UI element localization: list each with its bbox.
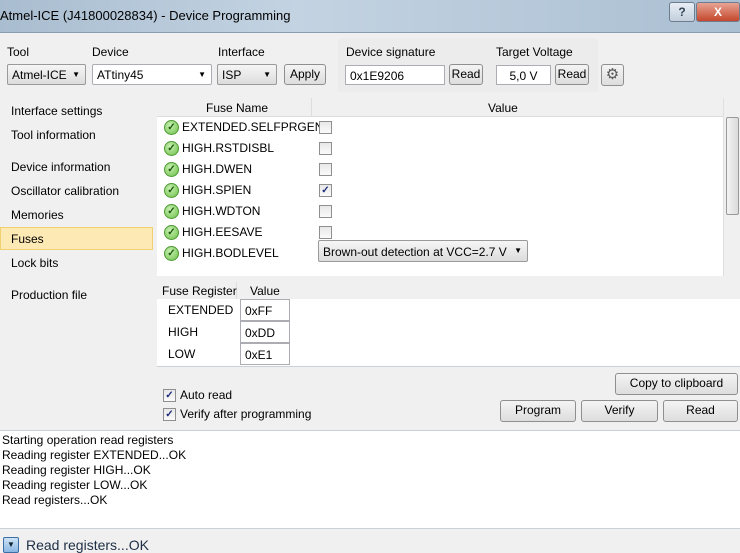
voltage-read-button[interactable]: Read [555,64,589,85]
fuse-checkbox[interactable]: ✓ [319,184,332,197]
log-line: Read registers...OK [2,493,108,507]
fuse-name: HIGH.BODLEVEL [182,246,279,260]
sidebar-item-lock-bits[interactable]: Lock bits [11,256,58,270]
device-select[interactable]: ATtiny45 ▼ [92,64,212,85]
fuse-name: EXTENDED.SELFPRGEN [182,120,324,134]
fuse-name: HIGH.SPIEN [182,183,252,197]
signature-field[interactable]: 0x1E9206 [345,65,445,85]
fuse-name-header: Fuse Name [206,101,269,115]
sidebar-item-interface-settings[interactable]: Interface settings [11,104,102,118]
log-line: Starting operation read registers [2,433,174,447]
ok-status-icon: ✓ [164,120,179,135]
program-button[interactable]: Program [500,400,576,422]
fuse-name: HIGH.WDTON [182,204,261,218]
fuse-checkbox[interactable] [319,142,332,155]
log-line: Reading register LOW...OK [2,478,148,492]
window-title: Atmel-ICE (J41800028834) - Device Progra… [0,8,291,23]
verify-button[interactable]: Verify [581,400,658,422]
register-name: HIGH [168,325,198,339]
voltage-label: Target Voltage [496,45,573,59]
verify-after-programming-checkbox[interactable]: ✓ [163,408,176,421]
signature-read-button[interactable]: Read [449,64,483,85]
sidebar-item-production-file[interactable]: Production file [11,288,87,302]
auto-read-label: Auto read [180,388,233,402]
register-name-header: Fuse Register [162,284,237,298]
ok-status-icon: ✓ [164,141,179,156]
close-button[interactable]: X [696,2,740,22]
header-divider [311,98,312,117]
chevron-down-icon: ▼ [72,70,80,79]
fuse-name: HIGH.RSTDISBL [182,141,275,155]
chevron-down-icon: ▼ [198,70,206,79]
fuse-value-select[interactable]: Brown-out detection at VCC=2.7 V ▼ [318,240,528,262]
read-button[interactable]: Read [663,400,738,422]
register-value-field[interactable]: 0xDD [240,321,290,343]
title-bar: Atmel-ICE (J41800028834) - Device Progra… [0,0,740,33]
voltage-field[interactable]: 5,0 V [496,65,551,85]
fuse-select-value: Brown-out detection at VCC=2.7 V [323,245,507,259]
sidebar-item-tool-information[interactable]: Tool information [11,128,96,142]
ok-status-icon: ✓ [164,225,179,240]
chevron-down-icon: ▼ [514,246,522,255]
tool-label: Tool [7,45,30,59]
signature-label: Device signature [346,45,436,59]
fuse-checkbox[interactable] [319,226,332,239]
help-button[interactable]: ? [669,2,695,22]
copy-to-clipboard-button[interactable]: Copy to clipboard [615,373,738,395]
sidebar-item-memories[interactable]: Memories [11,208,64,222]
fuse-checkbox[interactable] [319,205,332,218]
chevron-down-icon: ▼ [263,70,271,79]
fuse-value-header: Value [488,101,518,115]
register-value-field[interactable]: 0xE1 [240,343,290,365]
sidebar-item-oscillator-calibration[interactable]: Oscillator calibration [11,184,119,198]
fuse-checkbox[interactable] [319,121,332,134]
verify-after-programming-label: Verify after programming [180,407,312,421]
fuse-name: HIGH.DWEN [182,162,252,176]
register-value-header: Value [250,284,280,298]
log-line: Reading register HIGH...OK [2,463,151,477]
interface-label: Interface [218,45,265,59]
register-name: LOW [168,347,196,361]
ok-status-icon: ✓ [164,183,179,198]
gear-icon[interactable]: ⚙ [601,64,624,86]
ok-status-icon: ✓ [164,162,179,177]
sidebar-item-device-information[interactable]: Device information [11,160,110,174]
register-header [157,282,740,299]
interface-select[interactable]: ISP ▼ [217,64,277,85]
interface-value: ISP [222,68,242,82]
fuse-name: HIGH.EESAVE [182,225,263,239]
divider [157,366,740,367]
log-line: Reading register EXTENDED...OK [2,448,187,462]
tool-value: Atmel-ICE [12,68,67,82]
device-label: Device [92,45,129,59]
ok-status-icon: ✓ [164,246,179,261]
ok-status-icon: ✓ [164,204,179,219]
apply-button[interactable]: Apply [284,64,326,85]
tool-select[interactable]: Atmel-ICE ▼ [7,64,86,85]
device-value: ATtiny45 [97,68,144,82]
register-name: EXTENDED [168,303,234,317]
fuse-checkbox[interactable] [319,163,332,176]
auto-read-checkbox[interactable]: ✓ [163,389,176,402]
scrollbar-thumb[interactable] [726,117,739,215]
register-value-field[interactable]: 0xFF [240,299,290,321]
sidebar-item-fuses[interactable]: Fuses [11,232,44,246]
scrollbar[interactable] [723,98,740,276]
